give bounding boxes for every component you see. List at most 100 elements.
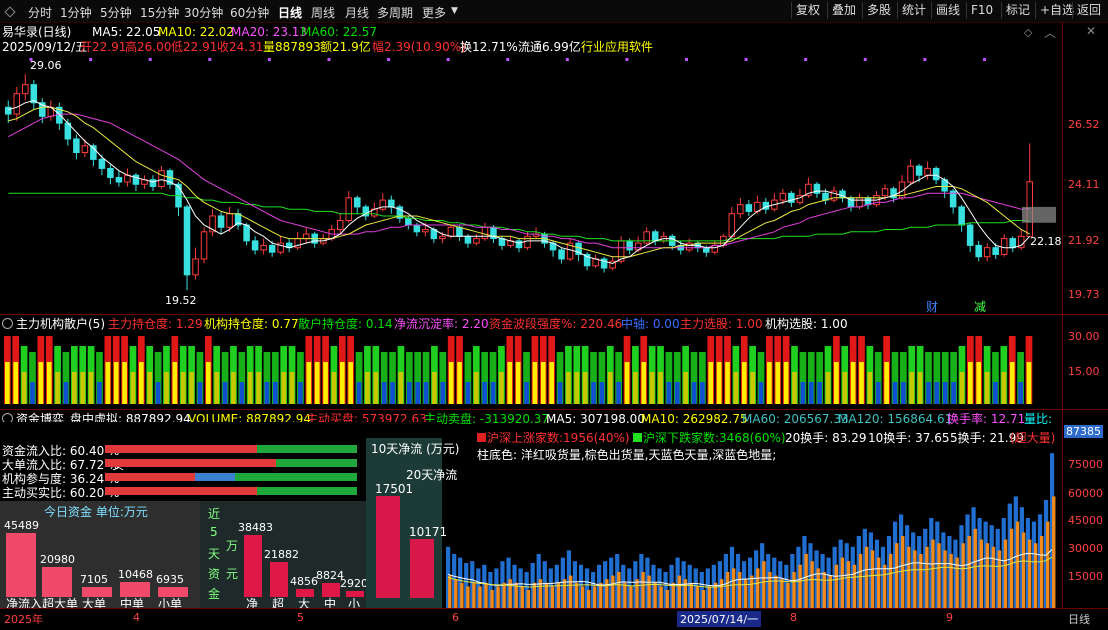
- volume-bar[interactable]: [554, 564, 561, 608]
- period-label[interactable]: 日线: [1068, 611, 1090, 627]
- position-bar[interactable]: [791, 346, 798, 404]
- position-bar[interactable]: [883, 336, 890, 404]
- candle[interactable]: [388, 195, 395, 214]
- position-bar[interactable]: [447, 336, 455, 404]
- position-bar[interactable]: [556, 352, 564, 404]
- volume-bar[interactable]: [935, 521, 941, 608]
- volume-bar[interactable]: [548, 568, 555, 608]
- event-dot[interactable]: [982, 58, 986, 61]
- position-bar[interactable]: [833, 336, 840, 404]
- position-bar[interactable]: [992, 352, 999, 404]
- volume-bar[interactable]: [584, 568, 591, 608]
- position-bar[interactable]: [581, 346, 589, 404]
- overlay-button[interactable]: 叠加: [827, 2, 860, 19]
- position-bar[interactable]: [305, 336, 313, 404]
- volume-bar[interactable]: [729, 546, 736, 608]
- position-bar[interactable]: [498, 346, 505, 404]
- position-bar[interactable]: [4, 336, 11, 404]
- candle[interactable]: [379, 193, 387, 212]
- position-bar[interactable]: [179, 346, 187, 404]
- volume-bar[interactable]: [464, 563, 470, 608]
- position-bar[interactable]: [908, 346, 916, 404]
- candle[interactable]: [209, 209, 216, 237]
- candle[interactable]: [13, 86, 21, 121]
- position-bar[interactable]: [690, 352, 698, 404]
- reduce-marker[interactable]: 减: [974, 300, 986, 314]
- position-bar[interactable]: [640, 336, 648, 404]
- candle[interactable]: [302, 227, 310, 244]
- volume-bar[interactable]: [1007, 503, 1014, 608]
- indicator-settings-icon[interactable]: [2, 318, 13, 329]
- candle[interactable]: [788, 191, 795, 207]
- candle[interactable]: [149, 175, 157, 192]
- candle[interactable]: [1009, 236, 1016, 253]
- candle[interactable]: [898, 175, 906, 201]
- volume-bar[interactable]: [627, 568, 633, 608]
- volume-bar[interactable]: [536, 554, 543, 608]
- volume-bar[interactable]: [494, 568, 500, 608]
- position-bar[interactable]: [648, 346, 656, 404]
- candle[interactable]: [966, 222, 974, 253]
- position-bar[interactable]: [121, 336, 128, 404]
- position-bar[interactable]: [548, 336, 556, 404]
- volume-bar[interactable]: [542, 561, 549, 608]
- position-bar[interactable]: [514, 336, 522, 404]
- volume-bar[interactable]: [1031, 521, 1038, 608]
- position-bar[interactable]: [615, 352, 622, 404]
- position-bar[interactable]: [96, 352, 103, 404]
- candle[interactable]: [643, 227, 650, 246]
- position-bar[interactable]: [146, 346, 154, 404]
- menu-5min[interactable]: 5分钟: [100, 4, 132, 21]
- candle[interactable]: [745, 200, 753, 216]
- volume-bar[interactable]: [596, 564, 603, 608]
- volume-bar[interactable]: [929, 518, 935, 608]
- restore-rights-button[interactable]: 复权: [791, 2, 824, 19]
- position-bar[interactable]: [565, 346, 572, 404]
- volume-bar[interactable]: [482, 564, 488, 608]
- draw-line-button[interactable]: 画线: [931, 2, 964, 19]
- candle[interactable]: [1017, 229, 1025, 250]
- position-bar[interactable]: [62, 352, 70, 404]
- position-bar[interactable]: [749, 346, 756, 404]
- position-bar[interactable]: [632, 346, 639, 404]
- position-bar[interactable]: [699, 352, 706, 404]
- position-bar[interactable]: [724, 336, 731, 404]
- candle[interactable]: [166, 168, 174, 189]
- position-bar[interactable]: [967, 336, 974, 404]
- volume-bar[interactable]: [892, 521, 899, 608]
- candle[interactable]: [124, 168, 131, 187]
- position-bar[interactable]: [213, 346, 221, 404]
- volume-bar[interactable]: [898, 514, 905, 608]
- multi-stock-button[interactable]: 多股: [862, 2, 895, 19]
- position-bar[interactable]: [129, 346, 137, 404]
- menu-daily[interactable]: 日线: [278, 4, 302, 21]
- position-bar[interactable]: [431, 346, 438, 404]
- position-bar[interactable]: [606, 346, 614, 404]
- position-bar[interactable]: [489, 352, 497, 404]
- back-button[interactable]: 返回: [1072, 2, 1105, 19]
- volume-bar[interactable]: [1013, 496, 1020, 608]
- volume-bar[interactable]: [826, 557, 832, 608]
- candle[interactable]: [532, 227, 540, 239]
- indicator1-name[interactable]: 主力机构散户(5): [16, 317, 105, 331]
- position-bar[interactable]: [774, 336, 782, 404]
- position-bar[interactable]: [464, 352, 472, 404]
- candle[interactable]: [481, 222, 489, 241]
- volume-bar[interactable]: [802, 536, 808, 608]
- volume-bar[interactable]: [657, 568, 663, 608]
- position-bar[interactable]: [1008, 336, 1016, 404]
- candle[interactable]: [115, 170, 123, 187]
- candle[interactable]: [575, 240, 582, 262]
- earnings-marker[interactable]: 财: [926, 300, 938, 314]
- volume-bar[interactable]: [905, 525, 911, 608]
- candle[interactable]: [4, 100, 12, 124]
- candle[interactable]: [660, 231, 667, 244]
- candle[interactable]: [907, 159, 914, 185]
- candle[interactable]: [47, 100, 55, 121]
- volume-bar[interactable]: [566, 550, 573, 608]
- event-dot[interactable]: [684, 58, 688, 61]
- position-bar[interactable]: [246, 346, 254, 404]
- position-bar[interactable]: [255, 346, 262, 404]
- position-bar[interactable]: [782, 336, 790, 404]
- event-dot[interactable]: [506, 58, 510, 61]
